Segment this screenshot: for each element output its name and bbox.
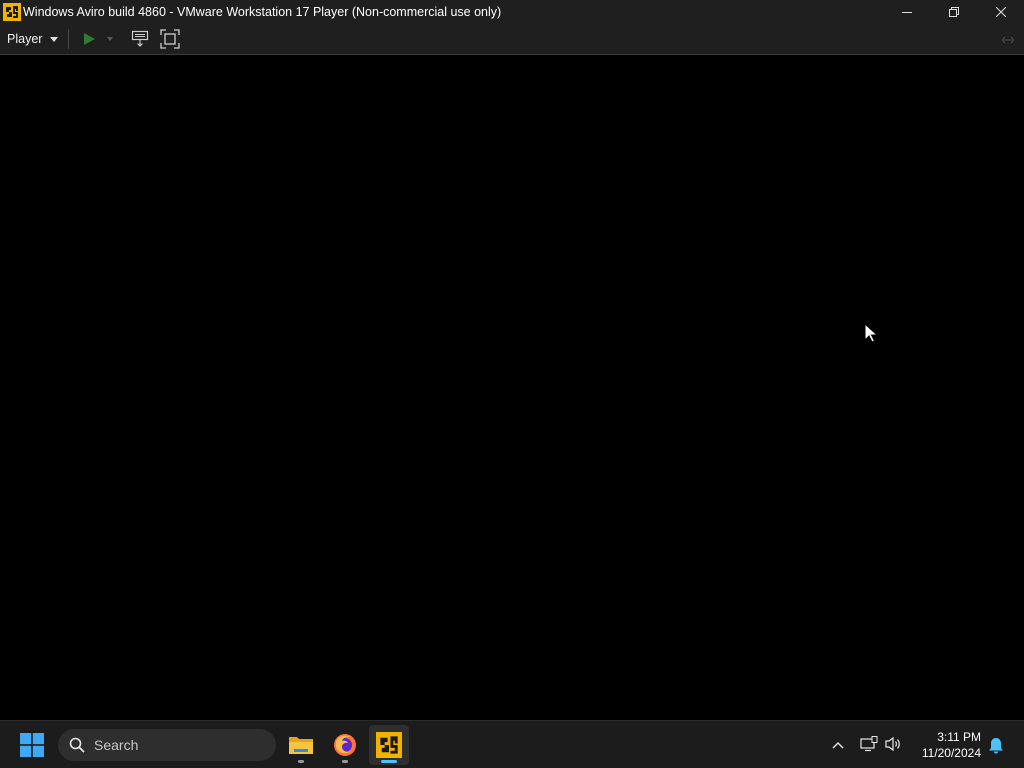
taskbar-app-file-explorer[interactable] [281,725,321,765]
close-button[interactable] [977,0,1024,24]
running-indicator [298,760,304,763]
minimize-icon [901,12,912,13]
title-bar: Windows Aviro build 4860 - VMware Workst… [0,0,1024,24]
send-ctrl-alt-del-icon [132,30,149,47]
clock-time: 3:11 PM [937,730,981,744]
unity-button[interactable] [998,24,1018,55]
search-placeholder: Search [94,737,139,753]
power-on-button[interactable] [75,24,103,55]
show-hidden-icons-button[interactable] [828,735,848,755]
power-options-dropdown[interactable] [103,24,117,55]
vmware-player-icon [376,732,402,758]
fullscreen-icon [160,29,181,49]
taskbar: Search 3:11 PM 11/20/2024 [0,720,1024,768]
file-explorer-icon [289,737,313,754]
close-icon [995,7,1006,17]
search-icon [68,736,86,754]
vm-display[interactable] [0,55,1024,720]
player-menu-button[interactable]: Player [0,24,64,55]
start-button[interactable] [16,729,48,761]
notifications-button[interactable] [986,735,1006,755]
arrow-cursor-icon [864,323,878,343]
player-menu-label: Player [7,32,43,46]
toolbar-divider [68,29,70,49]
fullscreen-button[interactable] [155,24,185,55]
firefox-icon [334,734,356,756]
active-indicator [381,760,397,763]
dropdown-caret-icon [107,37,114,41]
clock[interactable]: 3:11 PM 11/20/2024 [922,729,981,761]
volume-button[interactable] [883,734,903,754]
play-icon [84,33,96,45]
taskbar-app-vmware-player[interactable] [369,725,409,765]
minimize-button[interactable] [883,0,930,24]
unity-icon [1001,36,1015,43]
taskbar-app-firefox[interactable] [325,725,365,765]
network-status-button[interactable] [859,734,879,754]
chevron-up-icon [832,742,844,749]
restore-button[interactable] [930,0,977,24]
running-indicator [342,760,348,763]
speaker-icon [885,736,900,752]
bell-icon [989,737,1003,753]
clock-date: 11/20/2024 [921,746,981,760]
chevron-down-icon [50,36,59,42]
windows-logo-icon [20,733,44,757]
restore-icon [948,7,959,17]
network-icon [860,736,878,752]
vmware-player-icon [3,3,21,21]
send-ctrl-alt-del-button[interactable] [125,24,155,55]
player-toolbar: Player [0,24,1024,55]
window-title: Windows Aviro build 4860 - VMware Workst… [23,5,502,19]
taskbar-search[interactable]: Search [58,729,276,761]
window-controls [883,0,1024,24]
